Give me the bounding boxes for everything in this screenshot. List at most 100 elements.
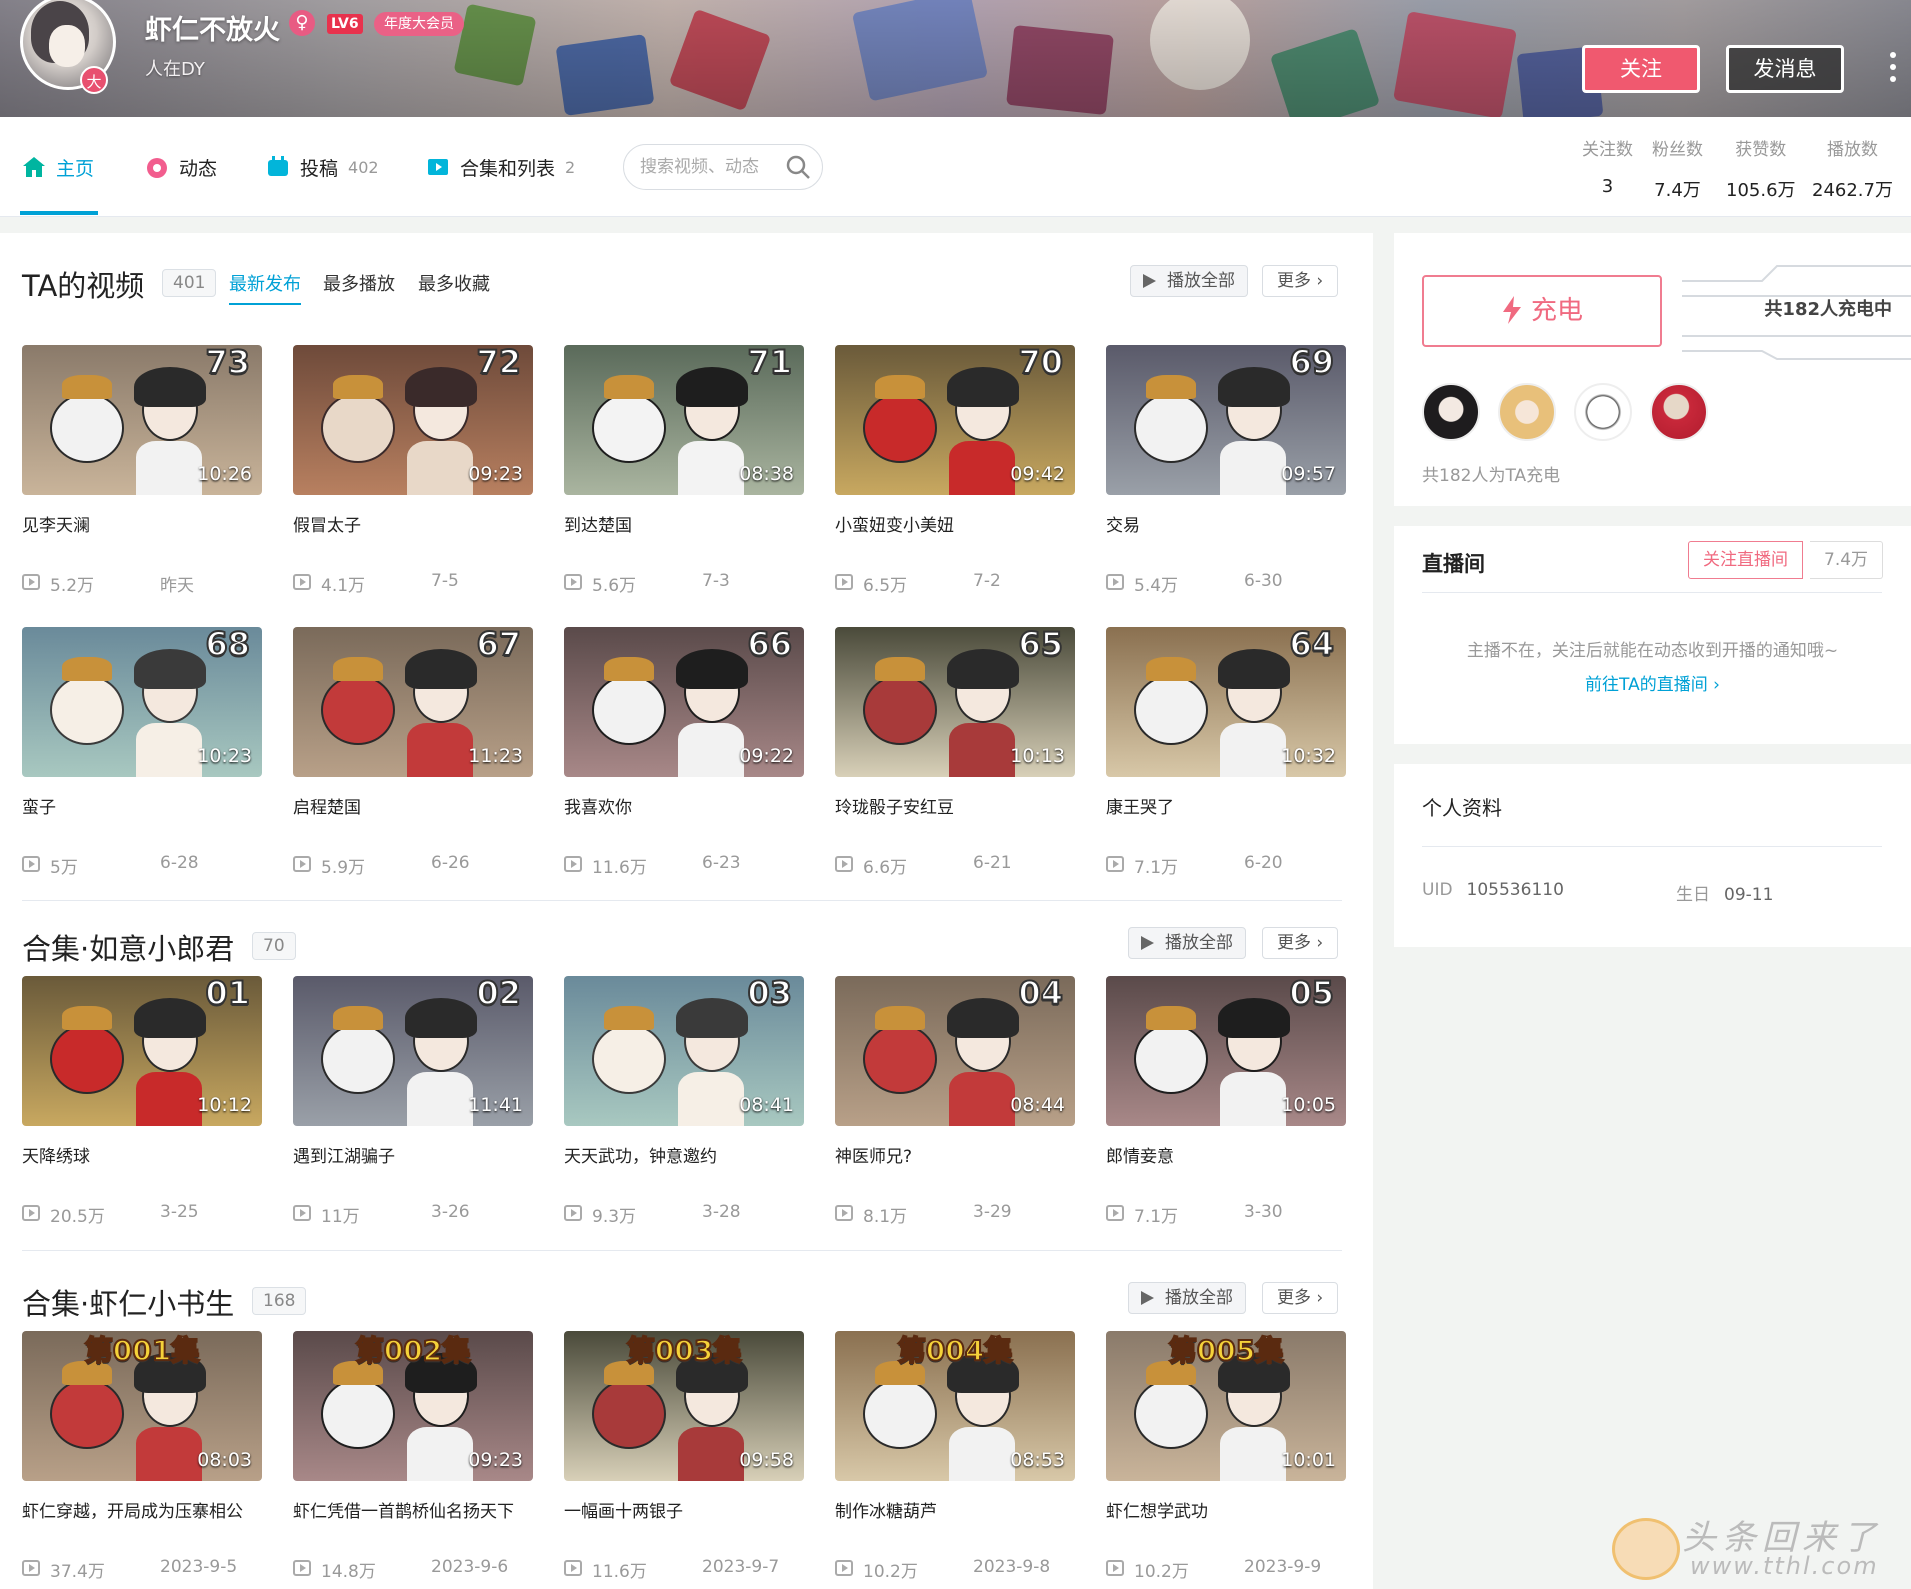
video-card[interactable]: 第004集 08:53 制作冰糖葫芦 10.2万 2023-9-8 [835, 1331, 1075, 1582]
video-card[interactable]: 71 08:38 到达楚国 5.6万 7-3 [564, 345, 804, 596]
video-thumbnail[interactable]: 第001集 08:03 [22, 1331, 262, 1481]
video-card[interactable]: 65 10:13 玲珑骰子安红豆 6.6万 6-21 [835, 627, 1075, 878]
video-thumbnail[interactable]: 71 08:38 [564, 345, 804, 495]
vip-badge[interactable]: 年度大会员 [374, 12, 464, 36]
video-card[interactable]: 03 08:41 天天武功，钟意邀约 9.3万 3-28 [564, 976, 804, 1227]
follow-live-button[interactable]: 关注直播间 [1688, 541, 1803, 579]
video-title[interactable]: 我喜欢你 [564, 793, 804, 815]
video-card[interactable]: 70 09:42 小蛮妞变小美妞 6.5万 7-2 [835, 345, 1075, 596]
video-title[interactable]: 虾仁穿越，开局成为压寨相公 [22, 1497, 262, 1519]
follow-button[interactable]: 关注 [1582, 45, 1700, 93]
episode-number: 70 [1017, 345, 1064, 382]
video-title[interactable]: 遇到江湖骗子 [293, 1142, 533, 1164]
sort-tab-latest[interactable]: 最新发布 [229, 270, 301, 296]
more-button[interactable]: 更多 › [1262, 927, 1339, 959]
sort-tab-most-favorited[interactable]: 最多收藏 [418, 270, 490, 296]
sort-tab-most-played[interactable]: 最多播放 [323, 270, 395, 296]
video-thumbnail[interactable]: 72 09:23 [293, 345, 533, 495]
video-title[interactable]: 郎情妾意 [1106, 1142, 1346, 1164]
video-thumbnail[interactable]: 第002集 09:23 [293, 1331, 533, 1481]
video-title[interactable]: 蛮子 [22, 793, 262, 815]
episode-number: 72 [475, 345, 522, 382]
charger-avatar[interactable] [1422, 383, 1480, 441]
video-title[interactable]: 玲珑骰子安红豆 [835, 793, 1075, 815]
more-options-icon[interactable] [1887, 52, 1899, 86]
video-title[interactable]: 启程楚国 [293, 793, 533, 815]
video-thumbnail[interactable]: 70 09:42 [835, 345, 1075, 495]
video-title[interactable]: 小蛮妞变小美妞 [835, 511, 1075, 533]
video-card[interactable]: 66 09:22 我喜欢你 11.6万 6-23 [564, 627, 804, 878]
video-thumbnail[interactable]: 68 10:23 [22, 627, 262, 777]
video-thumbnail[interactable]: 69 09:57 [1106, 345, 1346, 495]
video-title[interactable]: 康王哭了 [1106, 793, 1346, 815]
video-title[interactable]: 一幅画十两银子 [564, 1497, 804, 1519]
video-title[interactable]: 虾仁凭借一首鹊桥仙名扬天下 [293, 1497, 533, 1519]
video-card[interactable]: 第002集 09:23 虾仁凭借一首鹊桥仙名扬天下 14.8万 2023-9-6 [293, 1331, 533, 1582]
stat-value: 2462.7万 [1812, 180, 1893, 201]
video-title[interactable]: 制作冰糖葫芦 [835, 1497, 1075, 1519]
video-title[interactable]: 神医师兄? [835, 1142, 1075, 1164]
search-icon[interactable] [785, 154, 811, 180]
video-card[interactable]: 64 10:32 康王哭了 7.1万 6-20 [1106, 627, 1346, 878]
video-thumbnail[interactable]: 01 10:12 [22, 976, 262, 1126]
play-all-button[interactable]: 播放全部 [1128, 927, 1246, 959]
send-message-button[interactable]: 发消息 [1726, 45, 1844, 93]
videos-count: 401 [162, 269, 217, 297]
video-title[interactable]: 虾仁想学武功 [1106, 1497, 1346, 1519]
video-duration: 10:05 [1281, 1094, 1336, 1116]
video-title[interactable]: 天降绣球 [22, 1142, 262, 1164]
video-card[interactable]: 68 10:23 蛮子 5万 6-28 [22, 627, 262, 878]
video-card[interactable]: 72 09:23 假冒太子 4.1万 7-5 [293, 345, 533, 596]
stat-following[interactable]: 关注数 3 [1582, 135, 1633, 197]
charger-avatar[interactable] [1650, 383, 1708, 441]
charge-button[interactable]: 充电 [1422, 275, 1662, 347]
video-thumbnail[interactable]: 66 09:22 [564, 627, 804, 777]
video-card[interactable]: 73 10:26 见李天澜 5.2万 昨天 [22, 345, 262, 596]
video-title[interactable]: 到达楚国 [564, 511, 804, 533]
video-card[interactable]: 第005集 10:01 虾仁想学武功 10.2万 2023-9-9 [1106, 1331, 1346, 1582]
video-card[interactable]: 第003集 09:58 一幅画十两银子 11.6万 2023-9-7 [564, 1331, 804, 1582]
video-card[interactable]: 01 10:12 天降绣球 20.5万 3-25 [22, 976, 262, 1227]
play-all-button[interactable]: 播放全部 [1128, 1282, 1246, 1314]
video-title[interactable]: 交易 [1106, 511, 1346, 533]
video-title[interactable]: 天天武功，钟意邀约 [564, 1142, 804, 1164]
video-title[interactable]: 假冒太子 [293, 511, 533, 533]
video-thumbnail[interactable]: 第003集 09:58 [564, 1331, 804, 1481]
video-card[interactable]: 04 08:44 神医师兄? 8.1万 3-29 [835, 976, 1075, 1227]
more-button[interactable]: 更多 › [1262, 265, 1339, 297]
video-thumbnail[interactable]: 05 10:05 [1106, 976, 1346, 1126]
play-all-button[interactable]: 播放全部 [1130, 265, 1248, 297]
video-thumbnail[interactable]: 67 11:23 [293, 627, 533, 777]
episode-number: 02 [475, 976, 522, 1013]
tab-home[interactable]: 主页 [22, 152, 94, 182]
lightning-icon [1502, 296, 1521, 324]
video-thumbnail[interactable]: 04 08:44 [835, 976, 1075, 1126]
more-button[interactable]: 更多 › [1262, 1282, 1339, 1314]
video-card[interactable]: 69 09:57 交易 5.4万 6-30 [1106, 345, 1346, 596]
charger-avatar[interactable] [1574, 383, 1632, 441]
sort-tab-indicator [229, 303, 301, 305]
video-card[interactable]: 02 11:41 遇到江湖骗子 11万 3-26 [293, 976, 533, 1227]
video-thumbnail[interactable]: 64 10:32 [1106, 627, 1346, 777]
video-thumbnail[interactable]: 65 10:13 [835, 627, 1075, 777]
video-card[interactable]: 67 11:23 启程楚国 5.9万 6-26 [293, 627, 533, 878]
video-card[interactable]: 第001集 08:03 虾仁穿越，开局成为压寨相公 37.4万 2023-9-5 [22, 1331, 262, 1582]
video-thumbnail[interactable]: 第004集 08:53 [835, 1331, 1075, 1481]
play-count: 5.4万 [1134, 576, 1179, 596]
stat-fans[interactable]: 粉丝数 7.4万 [1652, 135, 1703, 202]
video-title[interactable]: 见李天澜 [22, 511, 262, 533]
episode-number: 67 [475, 627, 522, 664]
video-thumbnail[interactable]: 02 11:41 [293, 976, 533, 1126]
female-icon: ♀ [289, 10, 315, 36]
video-thumbnail[interactable]: 73 10:26 [22, 345, 262, 495]
video-card[interactable]: 05 10:05 郎情妾意 7.1万 3-30 [1106, 976, 1346, 1227]
episode-number: 65 [1017, 627, 1064, 664]
video-thumbnail[interactable]: 03 08:41 [564, 976, 804, 1126]
charger-avatar[interactable] [1498, 383, 1556, 441]
tab-dynamic[interactable]: 动态 [145, 152, 217, 182]
video-thumbnail[interactable]: 第005集 10:01 [1106, 1331, 1346, 1481]
tab-uploads[interactable]: 投稿 402 [266, 152, 379, 182]
video-duration: 11:23 [468, 745, 523, 767]
go-to-live-room-link[interactable]: 前往TA的直播间 › [1394, 670, 1911, 695]
tab-collections[interactable]: 合集和列表 2 [426, 152, 575, 182]
